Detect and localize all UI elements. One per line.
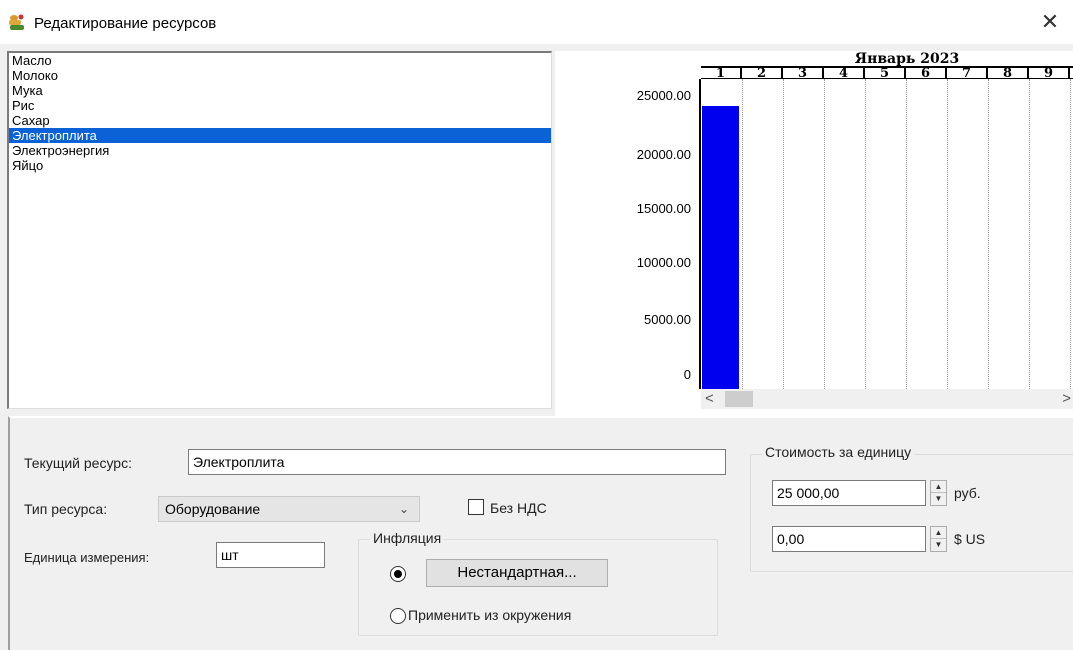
- resource-usage-chart: 25000.00 20000.00 15000.00 10000.00 5000…: [555, 51, 1073, 416]
- resources-app-icon: [9, 14, 24, 30]
- chart-title: Январь 2023: [854, 51, 960, 67]
- gridline: [742, 79, 743, 389]
- spin-down-icon[interactable]: ▼: [931, 539, 946, 551]
- gridline: [906, 79, 907, 389]
- properties-panel: Текущий ресурс: Электроплита Тип ресурса…: [0, 416, 1073, 650]
- resource-list-item[interactable]: Масло: [9, 53, 551, 68]
- spin-up-icon[interactable]: ▲: [931, 527, 946, 539]
- y-tick-label: 15000.00: [636, 201, 691, 216]
- resource-list-item-selected[interactable]: Электроплита: [9, 128, 551, 143]
- chevron-down-icon: ⌄: [398, 502, 409, 516]
- inflation-custom-button[interactable]: Нестандартная...: [426, 559, 608, 587]
- resource-type-select[interactable]: Оборудование ⌄: [158, 496, 420, 522]
- gridline: [865, 79, 866, 389]
- plot-area: [701, 79, 1073, 389]
- unit-cost-group-title: Стоимость за единицу: [762, 444, 915, 460]
- scroll-right-icon[interactable]: >: [1062, 391, 1071, 407]
- spin-down-icon[interactable]: ▼: [931, 493, 946, 505]
- y-tick-label: 5000.00: [644, 312, 691, 327]
- y-tick-label: 0: [683, 367, 691, 382]
- properties-frame: Текущий ресурс: Электроплита Тип ресурса…: [8, 416, 1073, 650]
- cost-rub-field[interactable]: 25 000,00: [772, 480, 926, 506]
- resource-list-item[interactable]: Мука: [9, 83, 551, 98]
- cost-rub-spinner[interactable]: ▲ ▼: [930, 480, 947, 506]
- month-header: Январь 2023: [701, 51, 1073, 67]
- inflation-env-label: Применить из окружения: [408, 607, 572, 623]
- resource-list-item[interactable]: Яйцо: [9, 158, 551, 173]
- close-button[interactable]: ✕: [1027, 4, 1073, 40]
- resource-list[interactable]: Масло Молоко Мука Рис Сахар Электроплита…: [7, 51, 552, 409]
- current-resource-field[interactable]: Электроплита: [188, 449, 726, 475]
- resource-list-item[interactable]: Молоко: [9, 68, 551, 83]
- gridline: [988, 79, 989, 389]
- unit-label: Единица измерения:: [24, 550, 150, 565]
- scroll-thumb[interactable]: [725, 391, 753, 407]
- resource-list-item[interactable]: Рис: [9, 98, 551, 113]
- title-bar: Редактирование ресурсов ✕: [0, 0, 1073, 44]
- unit-field[interactable]: шт: [216, 542, 325, 568]
- current-resource-label: Текущий ресурс:: [24, 455, 132, 471]
- upper-panel: Масло Молоко Мука Рис Сахар Электроплита…: [0, 44, 1073, 416]
- inflation-group-title: Инфляция: [370, 530, 445, 546]
- gridline: [1029, 79, 1030, 389]
- cost-usd-spinner[interactable]: ▲ ▼: [930, 526, 947, 552]
- gridline: [783, 79, 784, 389]
- no-vat-label: Без НДС: [490, 500, 547, 516]
- gridline: [947, 79, 948, 389]
- inflation-custom-radio[interactable]: [390, 566, 406, 582]
- y-tick-label: 10000.00: [636, 255, 691, 270]
- currency-usd-label: $ US: [954, 531, 986, 547]
- y-tick-label: 25000.00: [636, 88, 691, 103]
- radio-selected-dot: [394, 570, 402, 578]
- window-title: Редактирование ресурсов: [34, 15, 217, 32]
- day-header-row: 123456789: [701, 66, 1073, 80]
- cost-usd-field[interactable]: 0,00: [772, 526, 926, 552]
- horizontal-scrollbar[interactable]: < >: [701, 389, 1073, 409]
- bar-day-1: [702, 106, 739, 389]
- scroll-left-icon[interactable]: <: [705, 391, 714, 407]
- resource-list-item[interactable]: Электроэнергия: [9, 143, 551, 158]
- inflation-env-radio[interactable]: [390, 608, 406, 624]
- unit-cost-group: [750, 454, 1073, 572]
- gridline: [824, 79, 825, 389]
- spin-up-icon[interactable]: ▲: [931, 481, 946, 493]
- resource-type-value: Оборудование: [165, 501, 261, 517]
- y-tick-label: 20000.00: [636, 147, 691, 162]
- currency-rub-label: руб.: [954, 485, 981, 501]
- gridline: [1070, 79, 1071, 389]
- resource-list-item[interactable]: Сахар: [9, 113, 551, 128]
- resource-type-label: Тип ресурса:: [24, 501, 108, 517]
- no-vat-checkbox[interactable]: [468, 499, 484, 515]
